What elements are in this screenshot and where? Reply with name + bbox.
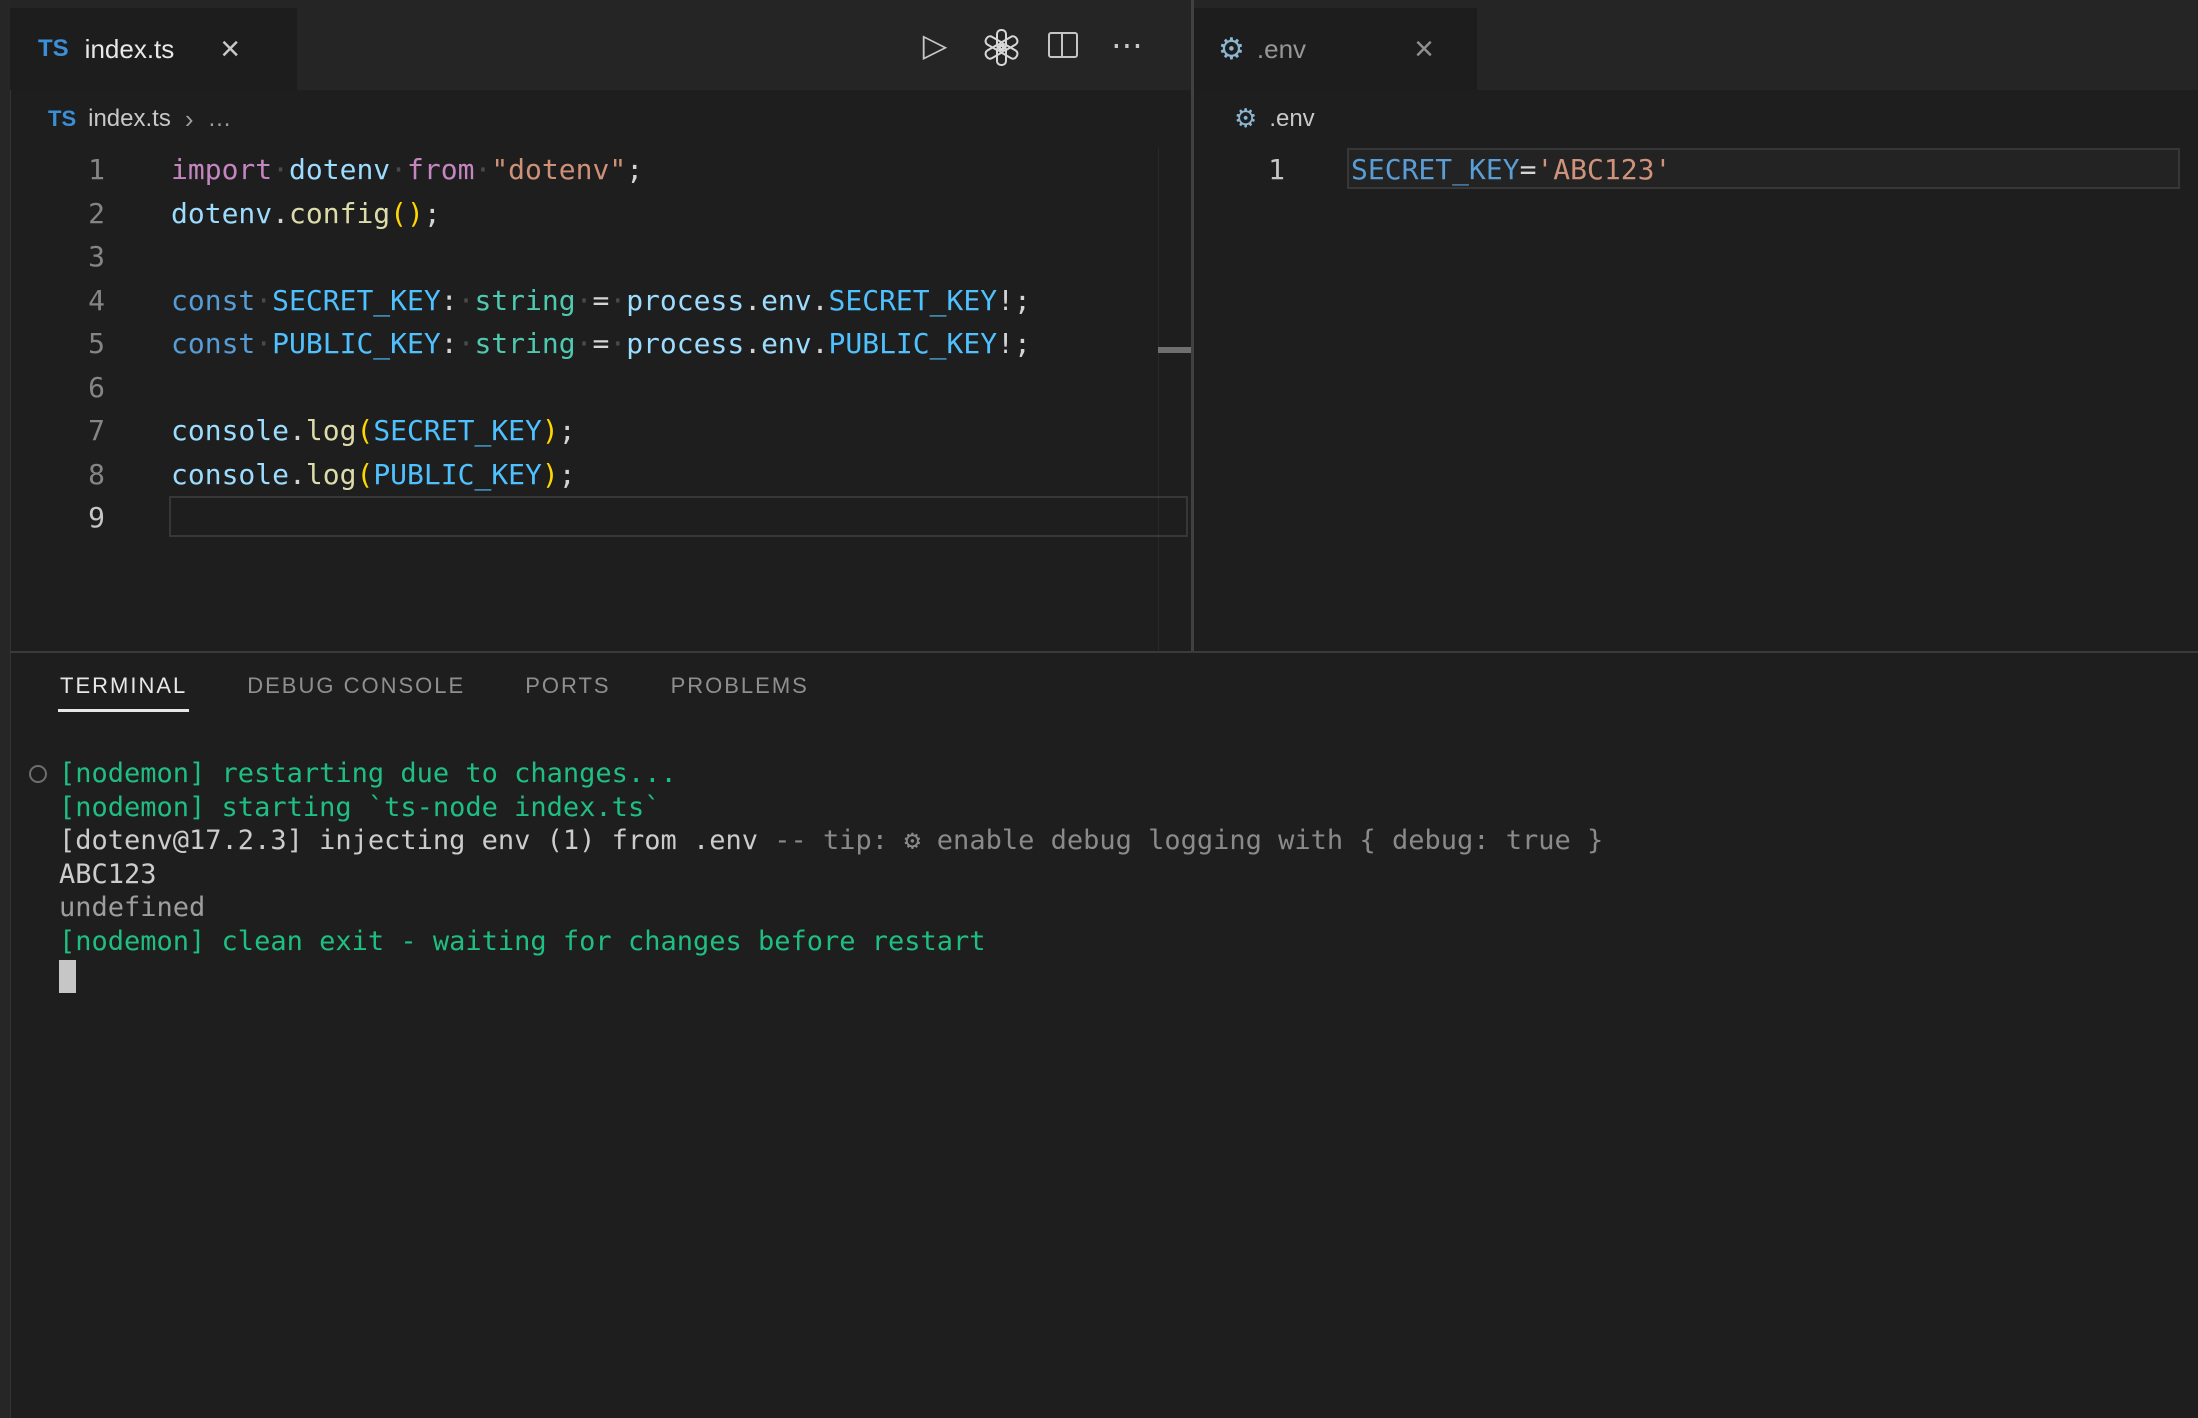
line-number: 4 <box>10 279 105 323</box>
code-line-8[interactable]: 8console.log(PUBLIC_KEY); <box>10 453 1191 497</box>
terminal-line-5: undefined <box>10 891 1603 925</box>
code-text: console.log(SECRET_KEY); <box>105 409 576 453</box>
line-number: 5 <box>10 322 105 366</box>
terminal-line-3: [dotenv@17.2.3] injecting env (1) from .… <box>10 824 1603 858</box>
code-text: dotenv.config(); <box>105 192 441 236</box>
breadcrumb-separator-icon: › <box>185 104 194 135</box>
line-number: 2 <box>10 192 105 236</box>
panel-tab-ports[interactable]: PORTS <box>523 667 612 712</box>
code-line-5[interactable]: 5const·PUBLIC_KEY:·string·=·process.env.… <box>10 322 1191 366</box>
breadcrumb-symbol[interactable]: … <box>208 105 232 133</box>
terminal-output[interactable]: [nodemon] restarting due to changes...[n… <box>10 757 1603 992</box>
code-line-1[interactable]: 1import·dotenv·from·"dotenv"; <box>10 148 1191 192</box>
more-icon[interactable]: ⋯ <box>1109 25 1145 65</box>
line-number: 7 <box>10 409 105 453</box>
breadcrumb-file[interactable]: .env <box>1269 105 1314 133</box>
line-number: 9 <box>10 496 105 540</box>
terminal-line-6: [nodemon] clean exit - waiting for chang… <box>10 925 1603 959</box>
tabbar-left-group: TS index.ts × ▷⋯ <box>10 0 1191 90</box>
typescript-file-icon: TS <box>38 35 69 63</box>
line-number: 1 <box>1194 148 1285 192</box>
run-icon[interactable]: ▷ <box>917 25 953 65</box>
typescript-file-icon: TS <box>48 106 76 132</box>
overview-ruler-cursor-marker <box>1158 347 1191 353</box>
breadcrumb-file[interactable]: index.ts <box>88 105 171 133</box>
bottom-panel: TERMINAL DEBUG CONSOLE PORTS PROBLEMS [node… <box>10 651 2198 1418</box>
tab-label: .env <box>1257 34 1306 65</box>
code-line-4[interactable]: 4const·SECRET_KEY:·string·=·process.env.… <box>10 279 1191 323</box>
terminal-line-2: [nodemon] starting `ts-node index.ts` <box>10 791 1603 825</box>
code-text <box>105 366 171 410</box>
code-line-7[interactable]: 7console.log(SECRET_KEY); <box>10 409 1191 453</box>
scrollbar-track[interactable] <box>1158 148 1159 651</box>
line-number: 6 <box>10 366 105 410</box>
tabbar-right-group: ⚙ .env × <box>1194 0 2198 90</box>
tab-env[interactable]: ⚙ .env × <box>1194 8 1477 90</box>
code-text: const·PUBLIC_KEY:·string·=·process.env.P… <box>105 322 1031 366</box>
terminal-cursor <box>59 960 76 993</box>
terminal-line-7 <box>10 959 1603 993</box>
code-text <box>105 235 171 279</box>
line-number: 3 <box>10 235 105 279</box>
line-number: 1 <box>10 148 105 192</box>
current-line-highlight <box>1347 148 2180 189</box>
terminal-line-1: [nodemon] restarting due to changes... <box>10 757 1603 791</box>
code-text: const·SECRET_KEY:·string·=·process.env.S… <box>105 279 1031 323</box>
line-number: 8 <box>10 453 105 497</box>
terminal-line-4: ABC123 <box>10 858 1603 892</box>
gear-file-icon: ⚙ <box>1234 104 1257 134</box>
split-icon[interactable] <box>1045 25 1081 65</box>
code-line-3[interactable]: 3 <box>10 235 1191 279</box>
code-line-1[interactable]: 1SECRET_KEY='ABC123' <box>1194 148 2198 192</box>
vscode-window: TS index.ts × ▷⋯ ⚙ .env × TS index.ts › … <box>0 0 2198 1418</box>
code-line-6[interactable]: 6 <box>10 366 1191 410</box>
close-icon[interactable]: × <box>220 32 240 66</box>
code-text: console.log(PUBLIC_KEY); <box>105 453 576 497</box>
panel-tab-debug-console[interactable]: DEBUG CONSOLE <box>245 667 467 712</box>
editor-env[interactable]: 1SECRET_KEY='ABC123' <box>1194 148 2198 192</box>
command-decoration-icon[interactable] <box>29 765 47 783</box>
panel-tab-problems[interactable]: PROBLEMS <box>669 667 811 712</box>
tab-index-ts[interactable]: TS index.ts × <box>10 8 297 90</box>
code-line-9[interactable]: 9 <box>10 496 1191 540</box>
gear-file-icon: ⚙ <box>1218 32 1245 67</box>
code-text <box>105 496 171 540</box>
code-text: import·dotenv·from·"dotenv"; <box>105 148 643 192</box>
tab-label: index.ts <box>85 34 175 65</box>
chatgpt-icon[interactable] <box>981 25 1017 65</box>
panel-tabs: TERMINAL DEBUG CONSOLE PORTS PROBLEMS <box>58 653 811 725</box>
code-line-2[interactable]: 2dotenv.config(); <box>10 192 1191 236</box>
breadcrumb-right: ⚙ .env <box>1194 90 2198 148</box>
close-icon[interactable]: × <box>1414 32 1434 66</box>
editor-index-ts[interactable]: 1import·dotenv·from·"dotenv";2dotenv.con… <box>10 148 1191 540</box>
editor-actions: ▷⋯ <box>917 0 1145 90</box>
current-line-highlight <box>169 496 1188 537</box>
panel-tab-terminal[interactable]: TERMINAL <box>58 667 189 712</box>
breadcrumb-left: TS index.ts › … <box>10 90 1191 148</box>
